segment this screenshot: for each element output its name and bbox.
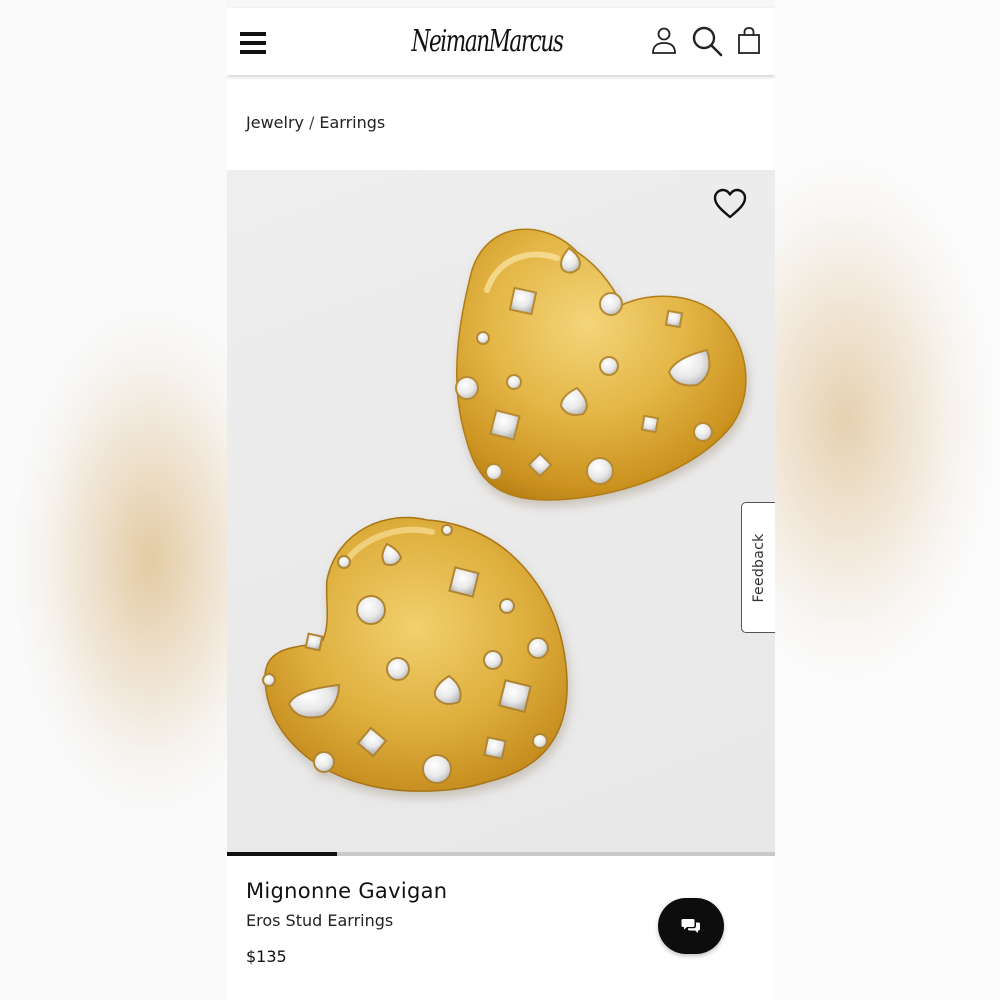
chat-button[interactable] [658,898,724,954]
chat-icon [681,919,700,933]
background-right [775,0,1000,1000]
menu-icon[interactable] [240,32,268,54]
account-icon[interactable] [651,26,677,56]
site-header: NeimanMarcus [227,8,775,75]
brand-logo[interactable]: NeimanMarcus [408,16,566,66]
product-name: Eros Stud Earrings [246,911,394,930]
bag-icon[interactable] [737,26,761,56]
earring-top [455,228,747,501]
background-left [0,0,227,1000]
earrings-illustration [262,228,747,792]
carousel-progress [227,852,775,856]
product-price: $135 [246,947,287,966]
feedback-label: Feedback [750,532,767,603]
product-image[interactable]: Feedback [227,170,775,852]
breadcrumb-separator: / [308,113,315,132]
carousel-progress-thumb [227,852,337,856]
mobile-page: NeimanMarcus Jewelry / Earrings Feedback… [227,0,775,1000]
product-designer[interactable]: Mignonne Gavigan [246,879,447,903]
heart-icon[interactable] [713,188,747,220]
breadcrumb: Jewelry / Earrings [246,113,385,132]
earring-bottom [262,516,568,792]
status-strip [227,0,775,8]
breadcrumb-jewelry[interactable]: Jewelry [246,113,304,132]
search-icon[interactable] [691,25,723,57]
breadcrumb-earrings[interactable]: Earrings [319,113,385,132]
feedback-tab[interactable]: Feedback [741,502,775,633]
